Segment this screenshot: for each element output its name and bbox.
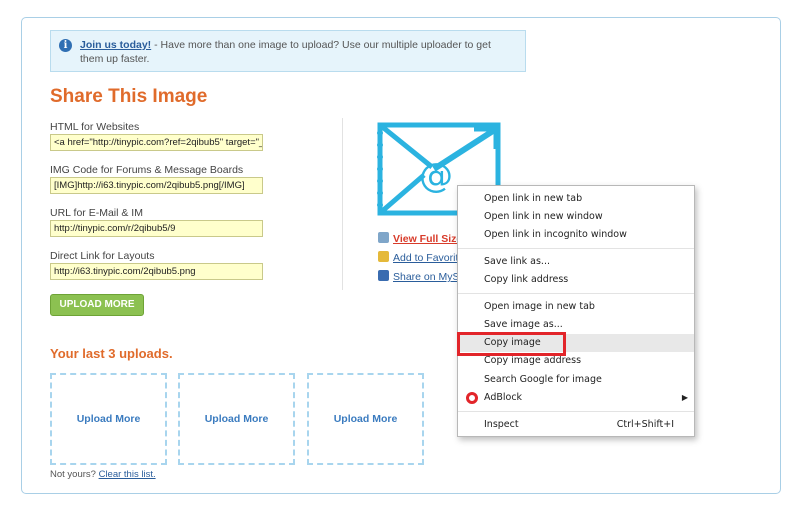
not-yours-text: Not yours? Clear this list.	[50, 469, 156, 480]
url-field[interactable]: http://tinypic.com/r/2qibub5/9	[50, 220, 263, 237]
menu-open-link-new-tab[interactable]: Open link in new tab	[458, 190, 694, 208]
adblock-icon	[466, 392, 478, 404]
add-favorites-row[interactable]: Add to Favorite	[378, 251, 464, 264]
divider	[342, 118, 343, 290]
star-icon	[378, 251, 389, 262]
info-notice: i Join us today! - Have more than one im…	[50, 30, 526, 72]
submenu-arrow-icon: ▶	[681, 393, 688, 402]
svg-text:@: @	[419, 156, 453, 196]
direct-link-field[interactable]: http://i63.tinypic.com/2qibub5.png	[50, 263, 263, 280]
monitor-icon	[378, 232, 389, 243]
upload-slot-2[interactable]: Upload More	[178, 373, 295, 465]
menu-inspect[interactable]: Inspect Ctrl+Shift+I	[458, 416, 694, 434]
clear-list-link[interactable]: Clear this list.	[99, 469, 156, 480]
menu-copy-link-address[interactable]: Copy link address	[458, 271, 694, 289]
img-code-field[interactable]: [IMG]http://i63.tinypic.com/2qibub5.png[…	[50, 177, 263, 194]
join-us-link[interactable]: Join us today!	[80, 39, 151, 51]
context-menu: Open link in new tab Open link in new wi…	[457, 185, 695, 437]
menu-open-link-incognito[interactable]: Open link in incognito window	[458, 226, 694, 244]
img-code-label: IMG Code for Forums & Message Boards	[50, 164, 244, 176]
menu-open-link-new-window[interactable]: Open link in new window	[458, 208, 694, 226]
menu-save-link-as[interactable]: Save link as...	[458, 253, 694, 271]
menu-separator	[458, 293, 694, 294]
url-label: URL for E-Mail & IM	[50, 207, 143, 219]
recent-uploads-title: Your last 3 uploads.	[50, 346, 173, 361]
menu-separator	[458, 248, 694, 249]
menu-search-google-image[interactable]: Search Google for image	[458, 371, 694, 389]
add-favorites-link[interactable]: Add to Favorite	[393, 252, 464, 264]
inspect-shortcut: Ctrl+Shift+I	[616, 419, 674, 430]
menu-separator	[458, 411, 694, 412]
upload-slot-3[interactable]: Upload More	[307, 373, 424, 465]
people-icon	[378, 270, 389, 281]
view-full-size-row[interactable]: View Full Size	[378, 232, 462, 245]
share-myspace-link[interactable]: Share on MySp	[393, 271, 465, 283]
menu-adblock-label: AdBlock	[484, 392, 523, 403]
html-code-field[interactable]: <a href="http://tinypic.com?ref=2qibub5"…	[50, 134, 263, 151]
share-myspace-row[interactable]: Share on MySp	[378, 270, 465, 283]
menu-adblock[interactable]: AdBlock ▶	[458, 389, 694, 407]
upload-more-button[interactable]: UPLOAD MORE	[50, 294, 144, 316]
info-icon: i	[59, 39, 72, 52]
share-title: Share This Image	[50, 86, 208, 107]
not-yours-label: Not yours?	[50, 469, 96, 480]
direct-link-label: Direct Link for Layouts	[50, 250, 155, 262]
highlight-box	[457, 332, 566, 356]
menu-open-image-new-tab[interactable]: Open image in new tab	[458, 298, 694, 316]
menu-inspect-label: Inspect	[484, 419, 519, 430]
upload-slot-1[interactable]: Upload More	[50, 373, 167, 465]
html-label: HTML for Websites	[50, 121, 140, 133]
view-full-size-link[interactable]: View Full Size	[393, 233, 462, 245]
